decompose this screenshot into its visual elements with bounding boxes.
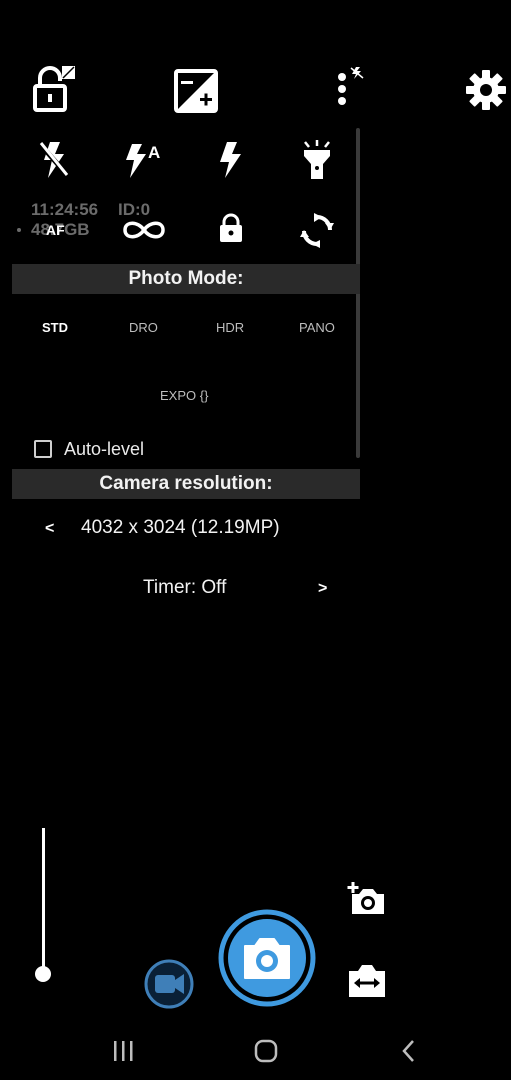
focus-infinity-icon[interactable] [121, 217, 167, 243]
home-icon[interactable] [254, 1039, 278, 1063]
switch-camera-icon[interactable] [300, 213, 334, 249]
recent-apps-icon[interactable] [111, 1040, 135, 1062]
popup-more-icon[interactable] [334, 65, 368, 109]
flash-off-icon[interactable] [38, 140, 70, 180]
storage-dot [17, 228, 21, 232]
settings-gear-icon[interactable] [465, 69, 507, 111]
auto-level-label[interactable]: Auto-level [64, 439, 144, 460]
switch-lens-icon[interactable] [346, 963, 388, 999]
exposure-compensation-icon[interactable] [174, 69, 218, 113]
photo-mode-header: Photo Mode: [12, 264, 360, 294]
auto-level-checkbox[interactable] [34, 440, 52, 458]
torch-icon[interactable] [300, 140, 334, 180]
focus-auto-button[interactable]: AF [46, 222, 65, 238]
mode-dro[interactable]: DRO [129, 320, 158, 335]
mode-pano[interactable]: PANO [299, 320, 335, 335]
overlay-time: 11:24:56 [31, 200, 99, 219]
shutter-camera-icon[interactable] [217, 908, 317, 1008]
lock-icon[interactable] [218, 213, 244, 243]
timer-label: Timer: Off [143, 577, 227, 598]
zoom-slider-knob[interactable] [35, 966, 51, 982]
mode-std[interactable]: STD [42, 320, 68, 335]
add-camera-icon[interactable] [346, 880, 388, 916]
flash-on-icon[interactable] [217, 140, 243, 180]
zoom-slider-track[interactable] [42, 828, 45, 974]
flash-auto-icon[interactable]: A [124, 140, 164, 180]
svg-text:A: A [148, 143, 160, 162]
camera-resolution-header: Camera resolution: [12, 469, 360, 499]
lock-exposure-icon[interactable] [32, 64, 78, 112]
timer-next-button[interactable]: > [318, 580, 327, 598]
left-edge [0, 0, 12, 1080]
video-mode-icon[interactable] [143, 958, 195, 1010]
mode-expo[interactable]: EXPO {} [160, 388, 208, 403]
resolution-value: 4032 x 3024 (12.19MP) [81, 517, 280, 538]
resolution-prev-button[interactable]: < [45, 520, 54, 538]
mode-hdr[interactable]: HDR [216, 320, 244, 335]
back-icon[interactable] [400, 1039, 418, 1063]
